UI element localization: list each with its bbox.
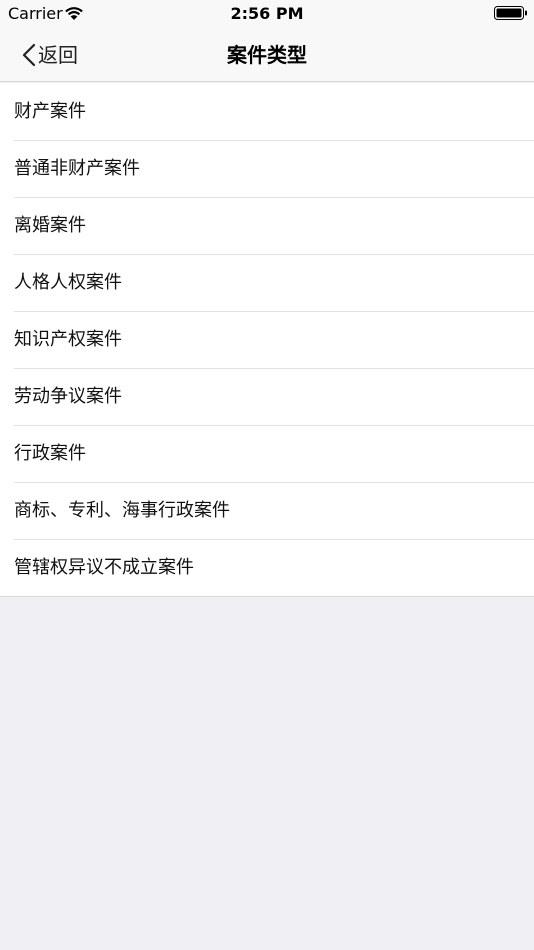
status-time: 2:56 PM <box>230 4 304 23</box>
list-item[interactable]: 离婚案件 <box>0 197 534 254</box>
list-item[interactable]: 劳动争议案件 <box>0 368 534 425</box>
page-title: 案件类型 <box>227 43 307 67</box>
list-item[interactable]: 普通非财产案件 <box>0 140 534 197</box>
status-bar: Carrier 2:56 PM <box>0 0 534 28</box>
battery-icon <box>494 6 527 20</box>
back-button[interactable]: 返回 <box>22 36 78 74</box>
chevron-left-icon <box>22 43 36 67</box>
list-item[interactable]: 商标、专利、海事行政案件 <box>0 482 534 539</box>
list-item[interactable]: 人格人权案件 <box>0 254 534 311</box>
case-type-list: 财产案件 普通非财产案件 离婚案件 人格人权案件 知识产权案件 劳动争议案件 行… <box>0 83 534 597</box>
list-item[interactable]: 行政案件 <box>0 425 534 482</box>
list-item[interactable]: 管辖权异议不成立案件 <box>0 539 534 596</box>
top-bar: Carrier 2:56 PM 返回 案件类型 <box>0 0 534 82</box>
list-item[interactable]: 财产案件 <box>0 83 534 140</box>
navigation-bar: 返回 案件类型 <box>0 28 534 82</box>
back-button-label: 返回 <box>38 43 78 67</box>
list-item[interactable]: 知识产权案件 <box>0 311 534 368</box>
